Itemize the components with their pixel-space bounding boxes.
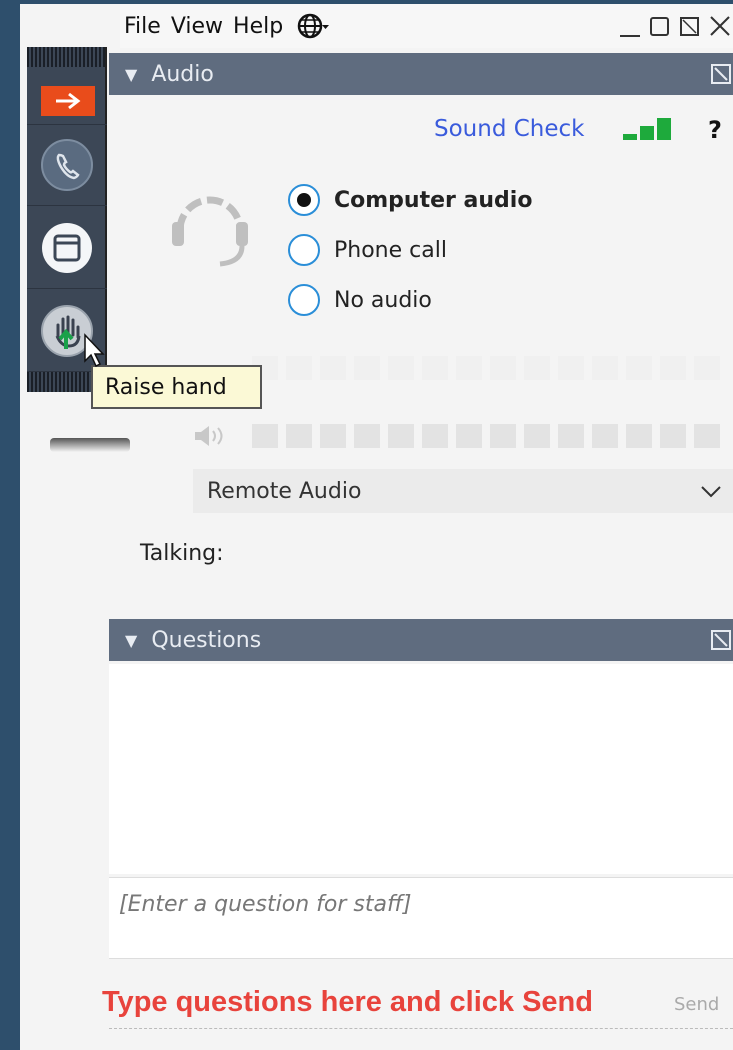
mouse-cursor-icon (84, 333, 105, 368)
maximize-icon[interactable] (647, 10, 673, 40)
minimize-icon[interactable] (617, 10, 643, 40)
chevron-down-icon (701, 486, 721, 498)
audio-header-title: Audio (151, 61, 214, 87)
undock-icon[interactable] (709, 628, 733, 652)
radio-no-audio[interactable]: No audio (288, 284, 432, 316)
questions-log (109, 664, 733, 874)
collapse-triangle-icon[interactable]: ▼ (125, 631, 137, 650)
send-instruction-text: Type questions here and click Send (102, 986, 593, 1018)
questions-section-header[interactable]: ▼ Questions (109, 619, 733, 661)
menu-help[interactable]: Help (233, 14, 283, 39)
collapse-triangle-icon[interactable]: ▼ (125, 65, 137, 84)
headset-icon (172, 196, 248, 267)
question-input[interactable]: [Enter a question for staff] (109, 877, 733, 959)
audio-device-select[interactable]: Remote Audio (193, 469, 733, 513)
microphone-level-meter (252, 356, 720, 380)
radio-label: No audio (334, 287, 432, 313)
undock-icon[interactable] (709, 62, 733, 86)
phone-icon (41, 139, 93, 191)
globe-icon (297, 13, 330, 39)
menu-bar: File View Help (120, 4, 733, 48)
audio-device-value: Remote Audio (207, 478, 362, 504)
arrow-icon (56, 92, 81, 110)
language-dropdown[interactable] (297, 11, 330, 41)
gotowebinar-window: File View Help ▼ Audio Sound Check ? Com… (20, 4, 733, 1050)
menu-view[interactable]: View (171, 14, 223, 39)
signal-bars-icon (623, 118, 671, 140)
questions-header-title: Questions (151, 627, 262, 653)
talking-label: Talking: (140, 541, 224, 566)
radio-label: Computer audio (334, 187, 533, 213)
speaker-level-meter (252, 424, 720, 448)
raise-hand-tooltip: Raise hand (91, 365, 262, 409)
speaker-icon (195, 426, 223, 446)
tooltip-text: Raise hand (105, 374, 227, 400)
radio-computer-audio[interactable]: Computer audio (288, 184, 532, 216)
dashboard-icon (42, 222, 92, 273)
phone-button[interactable] (27, 124, 107, 206)
dashboard-button[interactable] (27, 207, 107, 289)
expand-panel-button[interactable] (41, 86, 95, 116)
send-button[interactable]: Send (674, 994, 719, 1015)
question-placeholder: [Enter a question for staff] (119, 892, 412, 917)
close-icon[interactable] (707, 10, 733, 40)
radio-button[interactable] (288, 234, 320, 266)
restore-icon[interactable] (677, 10, 703, 40)
help-button[interactable]: ? (708, 116, 722, 144)
sound-check-link[interactable]: Sound Check (434, 116, 585, 142)
grab-tab-top[interactable] (27, 47, 105, 67)
radio-phone-call[interactable]: Phone call (288, 234, 447, 266)
radio-button[interactable] (288, 184, 320, 216)
menu-file[interactable]: File (124, 14, 161, 39)
radio-button[interactable] (288, 284, 320, 316)
divider (109, 1028, 733, 1029)
window-controls (617, 10, 733, 40)
audio-section-header[interactable]: ▼ Audio (109, 53, 733, 95)
radio-label: Phone call (334, 237, 447, 263)
panel-shadow (50, 438, 130, 452)
